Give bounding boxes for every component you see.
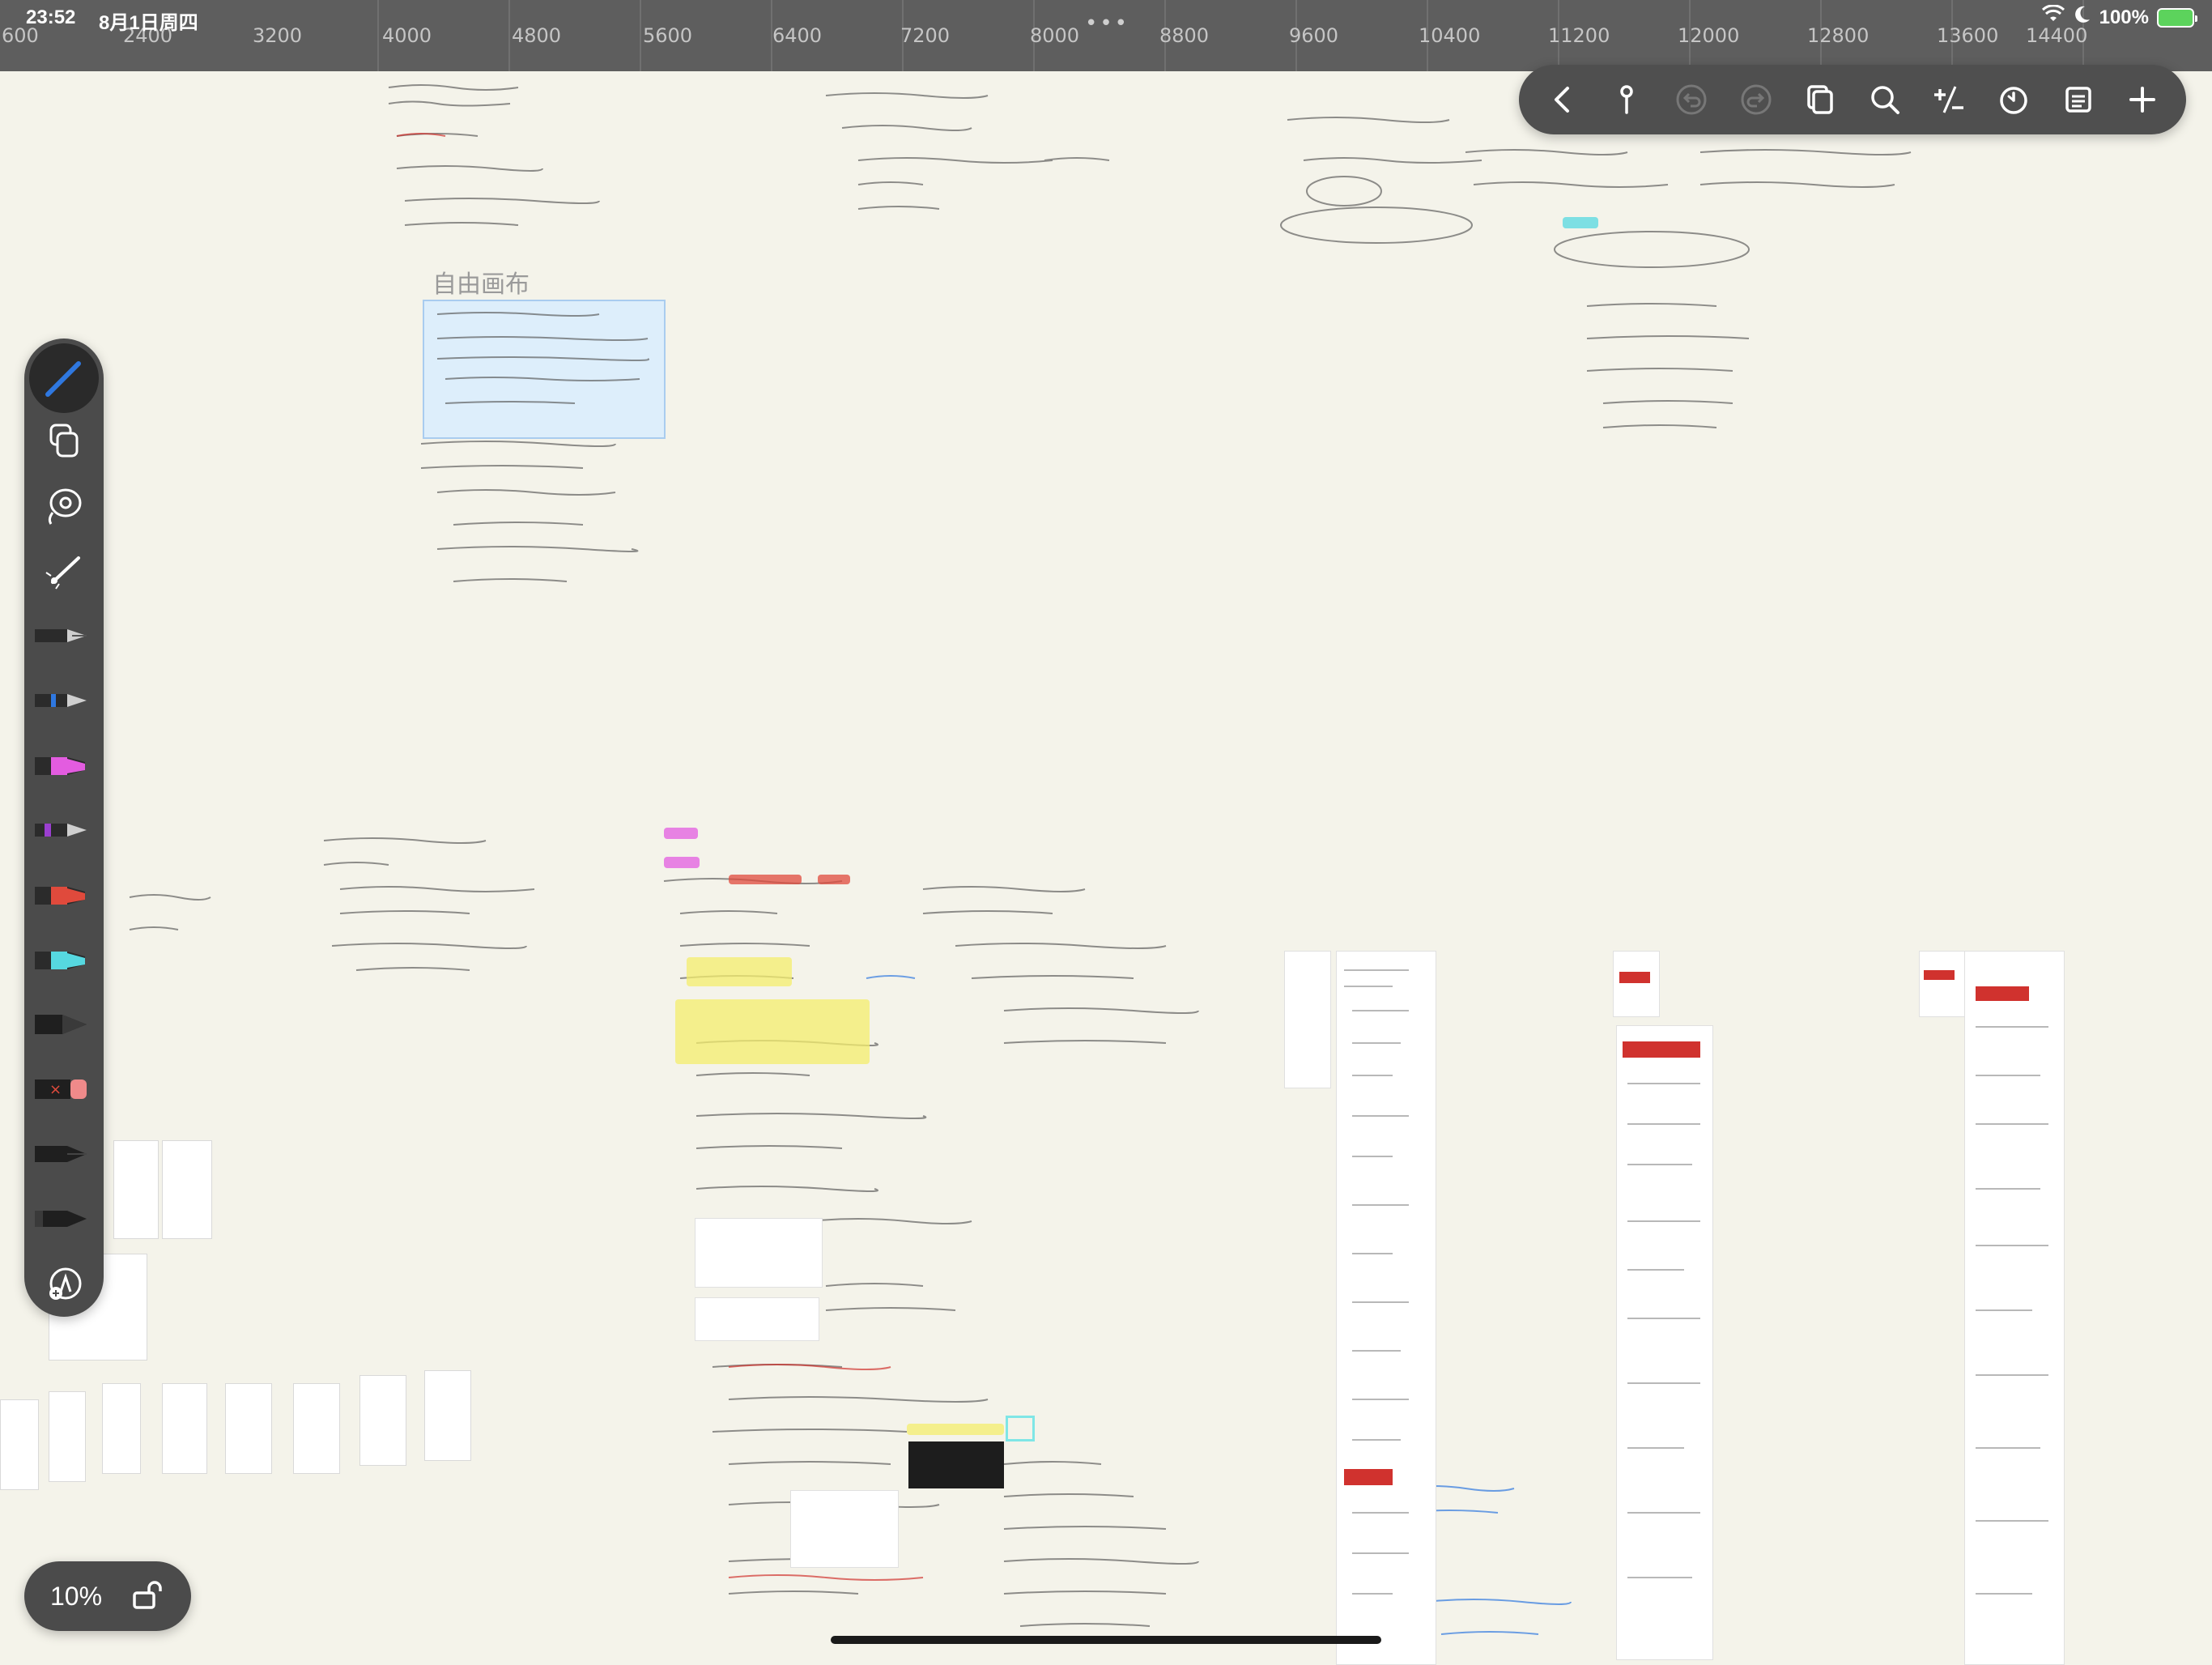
- canvas-ruler: 600 2400 3200 4000 4800 5600 6400 7200 8…: [0, 0, 2212, 71]
- shapes-tool-icon[interactable]: [24, 413, 104, 470]
- document-text-lines: [1344, 969, 2048, 1595]
- plus-minus-icon[interactable]: [1923, 74, 1975, 126]
- pencil-tool-purple[interactable]: [24, 802, 104, 858]
- calligraphy-pen-tool[interactable]: [24, 1190, 104, 1247]
- ruler-tick: 13600: [1937, 24, 1999, 47]
- home-indicator: [831, 1636, 1381, 1644]
- brush-tool[interactable]: [24, 996, 104, 1053]
- undo-icon[interactable]: [1665, 74, 1717, 126]
- ruler-tick: 7200: [900, 24, 951, 47]
- zoom-level[interactable]: 10%: [50, 1582, 128, 1612]
- ruler-tick: 4800: [512, 24, 562, 47]
- top-toolbar: [1519, 65, 2186, 134]
- battery-icon: [2157, 7, 2197, 28]
- notes-icon[interactable]: [2052, 74, 2104, 126]
- highlighter-tool-pink[interactable]: [24, 737, 104, 794]
- moon-icon: [2074, 5, 2091, 30]
- add-icon[interactable]: [2116, 74, 2168, 126]
- ruler-tick: 12000: [1678, 24, 1740, 47]
- highlighter-tool-red[interactable]: [24, 867, 104, 923]
- marker-tool[interactable]: [24, 1126, 104, 1182]
- ruler-tick: 3200: [253, 24, 303, 47]
- svg-text:×: ×: [49, 1081, 62, 1098]
- ruler-tick: 8000: [1030, 24, 1080, 47]
- pages-icon[interactable]: [1794, 74, 1846, 126]
- canvas[interactable]: 自由画布: [0, 71, 2212, 1665]
- ruler-tick: 6400: [772, 24, 823, 47]
- tool-palette: ×: [24, 339, 104, 1317]
- status-icons: 100%: [2041, 4, 2197, 30]
- ruler-tick: 8800: [1159, 24, 1210, 47]
- ruler-tick: 10400: [1419, 24, 1481, 47]
- ruler-tick: 4000: [382, 24, 432, 47]
- ballpoint-pen-tool-blue[interactable]: [24, 672, 104, 729]
- status-date: 8月1日周四: [99, 12, 198, 34]
- fountain-pen-tool[interactable]: [24, 607, 104, 664]
- ruler-tick: 11200: [1548, 24, 1610, 47]
- timer-icon[interactable]: [1988, 74, 2040, 126]
- status-time: 23:52: [26, 6, 76, 28]
- unlock-icon[interactable]: [128, 1577, 164, 1616]
- search-icon[interactable]: [1859, 74, 1911, 126]
- pin-icon[interactable]: [1601, 74, 1653, 126]
- add-tool-icon[interactable]: [24, 1255, 104, 1312]
- battery-percent: 100%: [2099, 6, 2149, 28]
- highlighter-tool-cyan[interactable]: [24, 931, 104, 988]
- lasso-tool-icon[interactable]: [24, 478, 104, 534]
- redo-icon[interactable]: [1730, 74, 1782, 126]
- back-icon[interactable]: [1537, 74, 1589, 126]
- ruler-tick: 9600: [1289, 24, 1339, 47]
- ruler-tick: 5600: [643, 24, 693, 47]
- zoom-control[interactable]: 10%: [24, 1561, 191, 1631]
- wifi-icon: [2041, 4, 2065, 30]
- ruler-tick: 12800: [1807, 24, 1870, 47]
- multitask-dots-icon[interactable]: •••: [1085, 11, 1129, 36]
- pen-tool-blue[interactable]: [24, 350, 104, 407]
- laser-tool-icon[interactable]: [24, 543, 104, 599]
- eraser-tool[interactable]: ×: [24, 1061, 104, 1118]
